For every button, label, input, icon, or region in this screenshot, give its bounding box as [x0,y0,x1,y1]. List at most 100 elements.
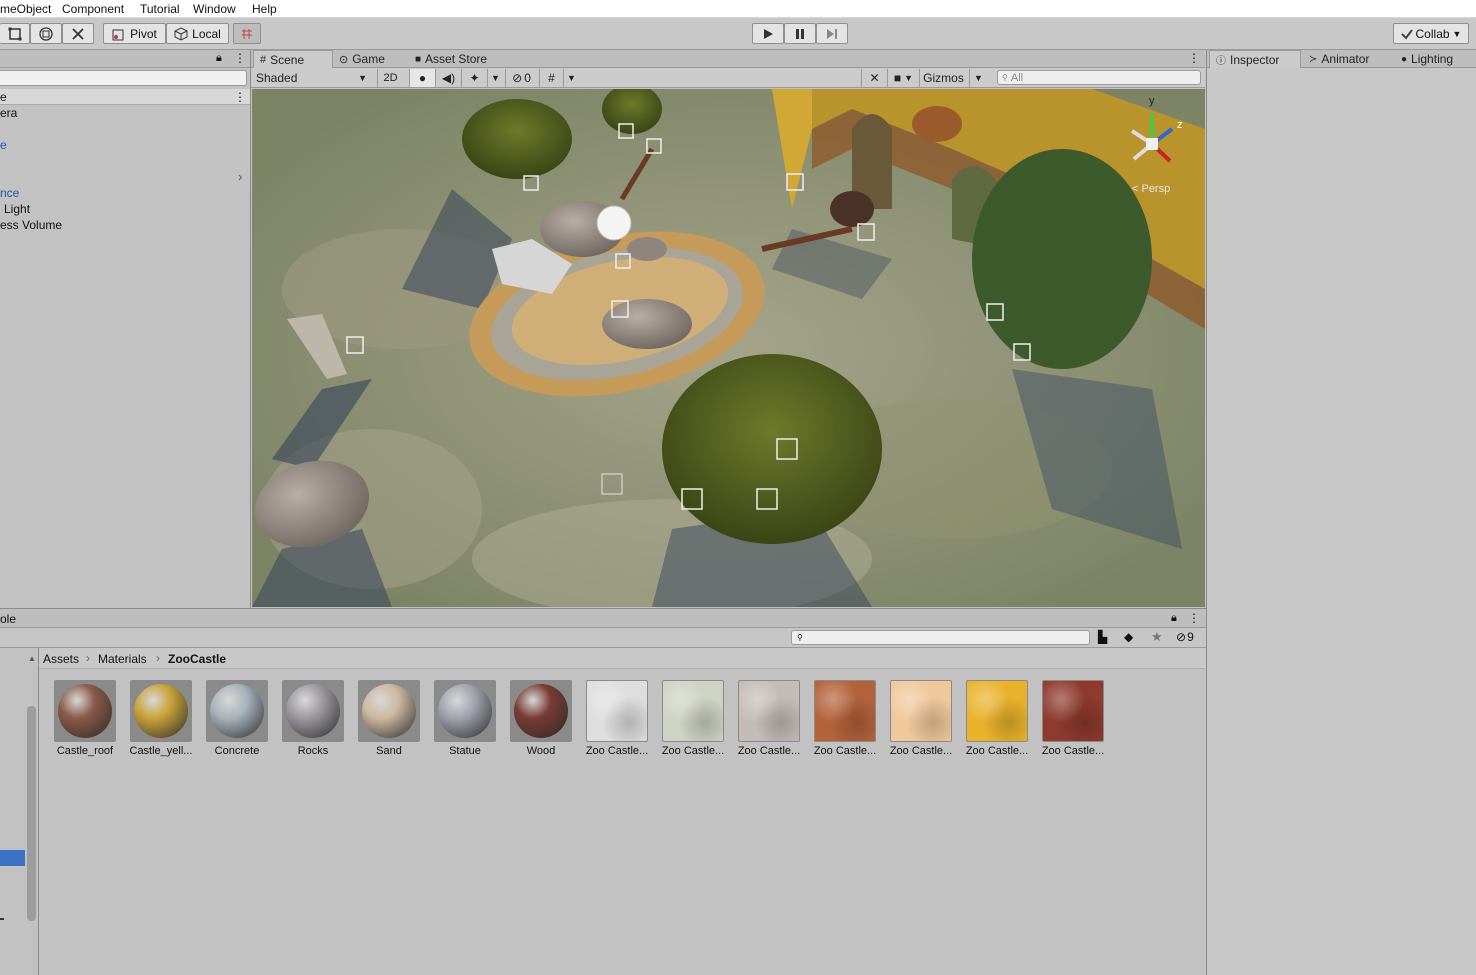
tab-asset-store[interactable]: ■ Asset Store [409,50,493,68]
asset-item[interactable]: Sand [352,680,426,760]
effects-dropdown[interactable]: ▼ [487,69,503,87]
asset-item[interactable]: Wood [504,680,578,760]
gizmos-label: Gizmos [923,71,964,85]
material-sphere [210,684,264,738]
snap-button[interactable] [233,23,261,44]
material-sphere [58,684,112,738]
rect-tool-button[interactable] [0,23,30,44]
tools-toggle[interactable]: ✕ [861,69,887,87]
pivot-toggle[interactable]: Pivot [103,23,166,44]
menu-tutorial[interactable]: Tutorial [140,2,180,16]
scene-toolbar: Shaded ▼ 2D ● ◀) ✦ ▼ ⊘ 0 # ▼ ✕ ■ ▼ Gizmo… [251,68,1205,88]
custom-tool-button[interactable] [62,23,94,44]
hierarchy-search-input[interactable] [0,70,247,86]
transform-tool-icon [39,26,53,41]
selected-folder-row[interactable] [0,850,25,866]
menu-component[interactable]: Component [62,2,124,16]
asset-label: Zoo Castle... [889,745,953,757]
step-button[interactable] [816,23,848,44]
tab-game[interactable]: ⊙ Game [333,50,391,68]
console-tab-fragment[interactable]: ole [0,612,16,626]
menu-gameobject[interactable]: meObject [0,2,51,16]
hierarchy-item-camera[interactable]: era [0,106,17,120]
asset-label: Rocks [297,745,329,757]
asset-label: Wood [526,745,556,757]
favorite-star-icon[interactable]: ★ [1151,629,1163,645]
pause-button[interactable] [784,23,816,44]
more-menu-icon[interactable]: ⋮ [1188,611,1200,625]
breadcrumb-materials[interactable]: Materials [98,652,147,666]
label-tag-icon[interactable]: ◆ [1124,630,1133,644]
more-menu-icon[interactable]: ⋮ [234,51,246,65]
camera-dropdown[interactable]: ■ ▼ [887,69,919,87]
shading-mode-label: Shaded [256,71,298,85]
asset-item[interactable]: Zoo Castle... [580,680,654,760]
lock-icon[interactable]: 🔒︎ [216,52,222,65]
tab-animator[interactable]: ≻ Animator [1303,50,1375,68]
tab-lighting[interactable]: ● Lighting [1395,50,1459,68]
menu-help[interactable]: Help [252,2,277,16]
more-menu-icon[interactable]: ⋮ [1188,51,1200,65]
collab-button[interactable]: Collab ▼ [1393,23,1469,44]
menu-bar: meObject Component Tutorial Window Help [0,0,1476,18]
scroll-up-icon[interactable]: ▲ [28,654,36,663]
effects-toggle[interactable]: ✦ [461,69,487,87]
scene-row-menu-icon[interactable]: ⋮ [234,90,246,104]
check-icon [1400,28,1413,40]
menu-window[interactable]: Window [193,2,236,16]
scene-row[interactable]: e ⋮ [0,89,250,105]
hidden-packages-toggle[interactable]: ⊘ 9 [1176,630,1194,644]
texture-preview [662,680,724,742]
texture-preview [738,680,800,742]
asset-item[interactable]: Zoo Castle... [656,680,730,760]
hierarchy-item-instance[interactable]: nce [0,186,19,200]
asset-item[interactable]: Zoo Castle... [732,680,806,760]
perspective-label[interactable]: < Persp [1132,183,1170,195]
asset-item[interactable]: Zoo Castle... [1036,680,1110,760]
asset-item[interactable]: Rocks [276,680,350,760]
audio-toggle[interactable]: ◀) [435,69,461,87]
tab-scene-label: Scene [270,52,305,67]
hierarchy-item-volume[interactable]: ess Volume [0,218,62,232]
asset-item[interactable]: Zoo Castle... [808,680,882,760]
filter-type-icon[interactable]: ▙ [1098,630,1107,644]
texture-preview [890,680,952,742]
grid-icon: # [548,71,555,85]
asset-item[interactable]: Castle_yell... [124,680,198,760]
play-button[interactable] [752,23,784,44]
project-search-input[interactable]: ⚲ [791,630,1090,645]
breadcrumb: Assets › Materials › ZooCastle [39,648,1206,669]
search-icon: ⚲ [797,633,803,642]
shading-mode-dropdown[interactable]: Shaded ▼ [251,69,373,87]
2d-toggle[interactable]: 2D [377,69,403,87]
breadcrumb-zoocastle[interactable]: ZooCastle [168,652,226,666]
hierarchy-item-prefab[interactable]: e [0,138,7,152]
gizmos-button[interactable]: Gizmos [919,69,967,87]
scene-search-input[interactable]: ⚲ All [997,70,1201,85]
local-toggle[interactable]: Local [166,23,229,44]
tab-scene[interactable]: # Scene [253,50,333,68]
grid-dropdown[interactable]: ▼ [563,69,579,87]
lighting-toggle[interactable]: ● [409,69,435,87]
asset-item[interactable]: Statue [428,680,502,760]
hierarchy-item-light[interactable]: Light [4,202,30,216]
folder-tree-scrollbar[interactable] [27,706,36,921]
asset-item[interactable]: Zoo Castle... [960,680,1034,760]
breadcrumb-assets[interactable]: Assets [43,652,79,666]
material-preview [282,680,344,742]
asset-item[interactable]: Concrete [200,680,274,760]
texture-preview [586,680,648,742]
lock-icon[interactable]: 🔒︎ [1171,612,1177,625]
gizmos-dropdown[interactable]: ▼ [969,69,987,87]
asset-item[interactable]: Zoo Castle... [884,680,958,760]
grid-toggle[interactable]: # [539,69,563,87]
chevron-right-icon: › [156,651,160,665]
chevron-right-icon[interactable]: › [238,169,242,184]
transform-tool-button[interactable] [30,23,62,44]
hidden-objects-toggle[interactable]: ⊘ 0 [505,69,537,87]
chevron-down-icon: ▼ [1452,28,1462,39]
scene-viewport[interactable]: y z < Persp [252,89,1205,607]
asset-item[interactable]: Castle_roof [48,680,122,760]
tab-inspector[interactable]: ⓘ Inspector [1209,50,1301,68]
inspector-tab-bar: ⓘ Inspector ≻ Animator ● Lighting [1206,50,1476,68]
